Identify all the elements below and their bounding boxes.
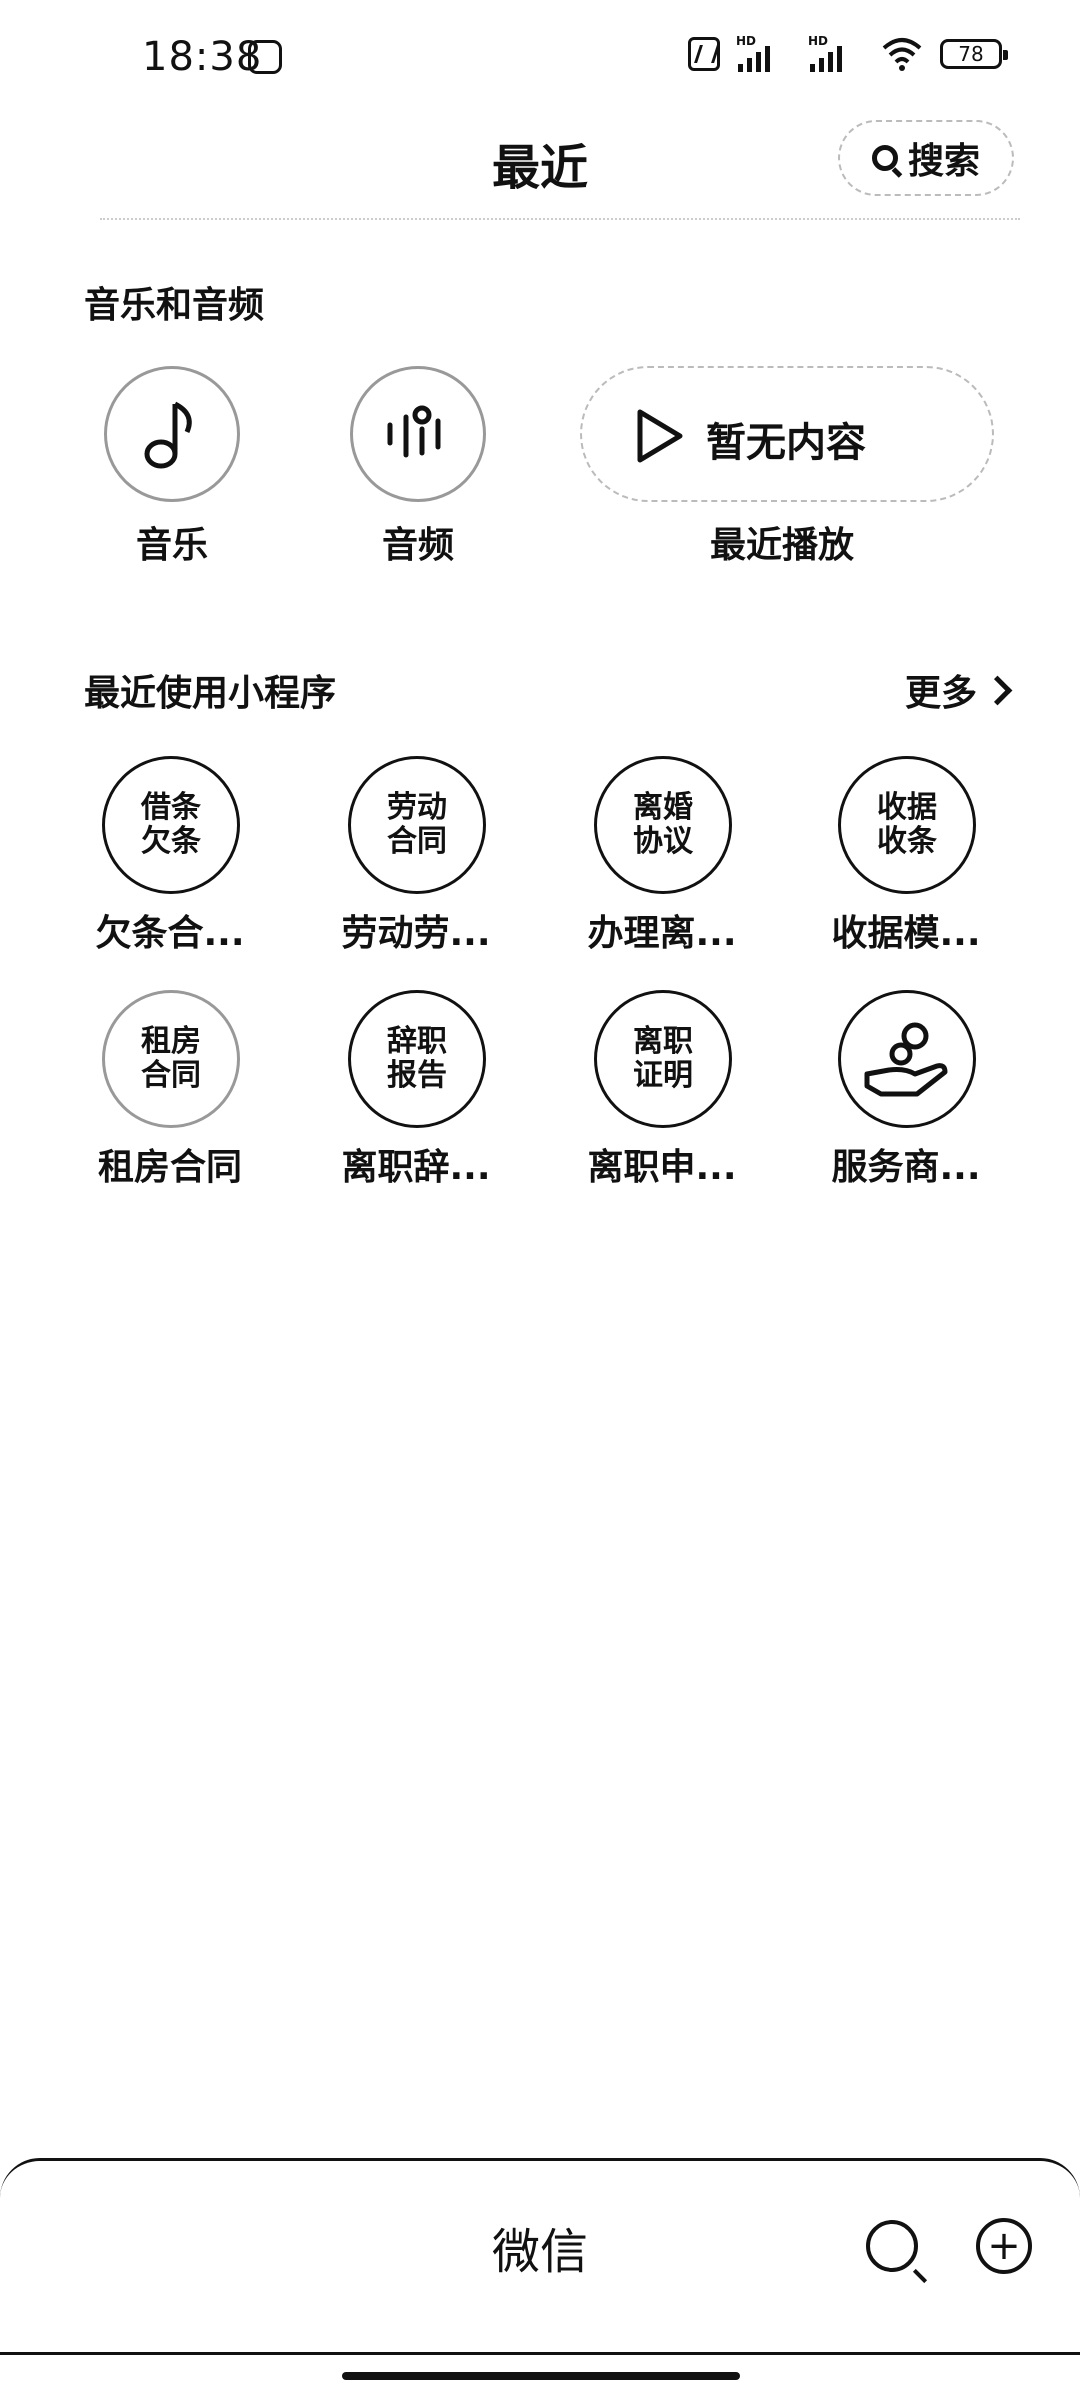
chevron-right-icon <box>982 675 1013 705</box>
recent-play-card[interactable]: 暂无内容 <box>580 366 994 502</box>
mini-program-resignation[interactable]: 辞职报告 <box>348 990 486 1128</box>
wifi-icon <box>882 38 922 71</box>
search-icon[interactable] <box>866 2220 918 2272</box>
search-button[interactable]: 搜索 <box>838 120 1014 196</box>
service-hand-icon <box>864 1022 948 1097</box>
music-label: 音乐 <box>135 525 208 566</box>
signal-icon: HD <box>808 34 864 72</box>
status-bar: 18:38 HD HD 78 <box>0 0 1080 120</box>
search-label: 搜索 <box>907 141 980 182</box>
audio-button[interactable] <box>350 366 486 502</box>
play-icon <box>637 409 683 463</box>
audio-label: 音频 <box>381 525 454 566</box>
audio-wave-icon <box>387 405 441 458</box>
mini-program-divorce[interactable]: 离婚协议 <box>594 756 732 894</box>
divider <box>100 218 1020 220</box>
recent-play-label: 最近播放 <box>709 525 854 566</box>
status-time: 18:38 <box>142 34 263 80</box>
battery-icon: 78 <box>940 39 1008 69</box>
mini-program-icon-text: 辞职报告 <box>387 1024 447 1093</box>
mini-program-label: 收据模... <box>831 913 981 954</box>
mini-program-iou[interactable]: 借条欠条 <box>102 756 240 894</box>
more-label: 更多 <box>904 673 977 714</box>
search-icon <box>871 145 898 171</box>
mini-program-labor-contract[interactable]: 劳动合同 <box>348 756 486 894</box>
status-icons: HD HD 78 <box>688 34 1008 72</box>
mini-program-label: 办理离... <box>587 913 737 954</box>
mini-program-label: 劳动劳... <box>341 913 491 954</box>
mini-program-icon-text: 离职证明 <box>633 1024 693 1093</box>
add-icon[interactable]: + <box>976 2218 1032 2274</box>
music-note-icon <box>144 401 192 469</box>
mini-program-rental[interactable]: 租房合同 <box>102 990 240 1128</box>
section-title-music: 音乐和音频 <box>84 285 265 326</box>
mini-program-icon-text: 租房合同 <box>141 1024 201 1093</box>
mini-program-label: 服务商... <box>831 1147 981 1188</box>
mini-program-icon-text: 收据收条 <box>877 790 937 859</box>
section-title-mini-programs: 最近使用小程序 <box>84 673 337 714</box>
mini-program-label: 离职辞... <box>341 1147 491 1188</box>
nfc-icon <box>688 37 720 71</box>
mini-program-icon-text: 借条欠条 <box>141 790 201 859</box>
mini-program-label: 欠条合... <box>95 913 245 954</box>
battery-level: 78 <box>958 42 984 66</box>
mini-program-icon-text: 劳动合同 <box>387 790 447 859</box>
mini-program-label: 离职申... <box>587 1147 737 1188</box>
mini-program-receipt[interactable]: 收据收条 <box>838 756 976 894</box>
mini-program-icon-text: 离婚协议 <box>633 790 693 859</box>
signal-icon: HD <box>736 34 792 72</box>
more-link[interactable]: 更多 <box>904 664 1013 716</box>
home-indicator[interactable] <box>342 2372 740 2380</box>
music-button[interactable] <box>104 366 240 502</box>
mini-program-service[interactable] <box>838 990 976 1128</box>
mini-program-label: 租房合同 <box>97 1147 242 1188</box>
mini-program-leave-cert[interactable]: 离职证明 <box>594 990 732 1128</box>
recent-play-empty-text: 暂无内容 <box>706 420 866 466</box>
shield-icon <box>248 40 282 74</box>
divider <box>0 2352 1080 2355</box>
